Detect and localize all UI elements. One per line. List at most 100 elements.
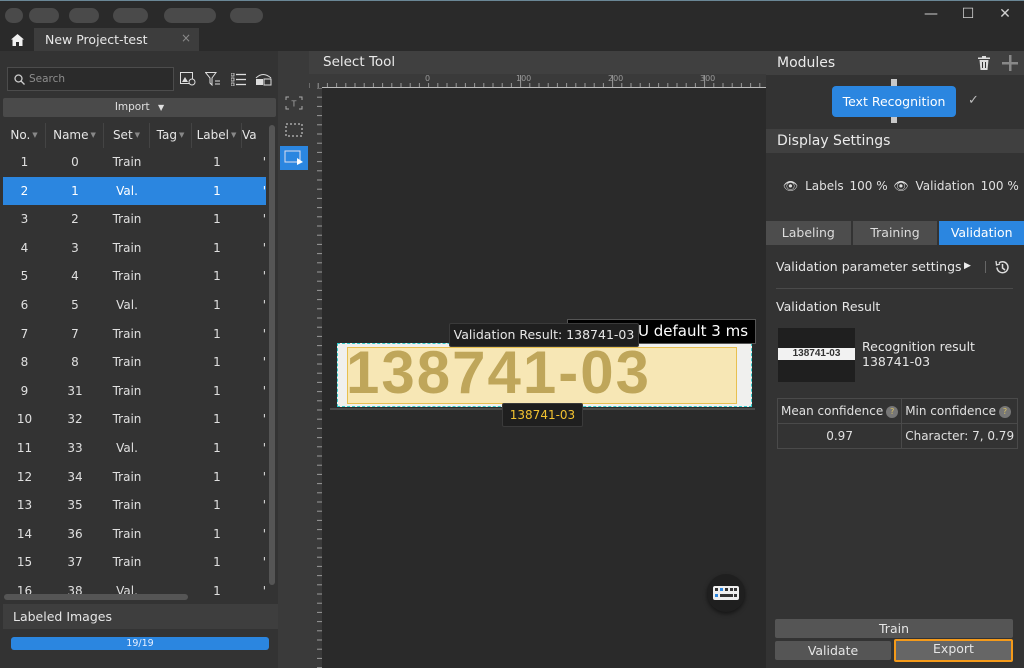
- table-row[interactable]: 7 7 Train 1 ': [3, 320, 266, 349]
- keyboard-shortcut-button[interactable]: [707, 574, 745, 612]
- search-box[interactable]: [7, 67, 174, 91]
- add-module-icon[interactable]: [1002, 55, 1018, 71]
- close-window-button[interactable]: ✕: [990, 5, 1020, 23]
- cell-va: ': [262, 155, 266, 169]
- column-header-name[interactable]: Name ▼: [46, 123, 104, 148]
- table-row[interactable]: 15 37 Train 1 ': [3, 548, 266, 577]
- cell-set: Train: [112, 355, 142, 370]
- expand-arrow-icon[interactable]: ▶: [964, 261, 971, 271]
- cell-va: ': [262, 440, 266, 455]
- validate-button[interactable]: Validate: [775, 641, 891, 660]
- tab-project[interactable]: New Project-test ×: [34, 28, 199, 51]
- maximize-button[interactable]: ☐: [953, 5, 983, 23]
- tab-training[interactable]: Training: [852, 221, 938, 245]
- import-button[interactable]: Import ▼: [3, 98, 276, 117]
- cell-tag: [150, 434, 192, 463]
- rect-select-tool-icon: [285, 123, 303, 137]
- table-row[interactable]: 14 36 Train 1 ': [3, 520, 266, 549]
- view-toggle-button[interactable]: [253, 70, 273, 88]
- table-row[interactable]: 4 3 Train 1 ': [3, 234, 266, 263]
- cell-va: ': [262, 526, 266, 541]
- image-table-body: 1 0 Train 1 ' 2 1 Val. 1 ' 3 2 Train 1 ' 4 3 Train 1 ' 5 4 Tra…: [3, 148, 266, 648]
- view-toggle-icon: [255, 73, 271, 85]
- image-list-panel: Import ▼ No.▼ Name▼ Set▼ Tag▼ Label▼ Va …: [0, 51, 278, 668]
- vertical-scrollbar[interactable]: [269, 125, 275, 585]
- column-header-label[interactable]: Label ▼: [192, 123, 242, 148]
- minimize-button[interactable]: —: [916, 5, 946, 23]
- list-icon: [230, 72, 246, 86]
- menu-pill[interactable]: [69, 8, 99, 23]
- text-box-tool[interactable]: T: [280, 91, 308, 115]
- table-row[interactable]: 12 34 Train 1 ': [3, 463, 266, 492]
- menu-pill[interactable]: [29, 8, 59, 23]
- table-row[interactable]: 11 33 Val. 1 ': [3, 434, 266, 463]
- ruler-label: 300: [700, 74, 716, 83]
- menu-pill[interactable]: [113, 8, 148, 23]
- horizontal-scrollbar[interactable]: [4, 594, 188, 600]
- cell-label: 1: [213, 383, 221, 398]
- cell-tag: [150, 291, 192, 320]
- labels-eye-icon[interactable]: 👁: [783, 179, 798, 193]
- text-recognition-module[interactable]: Text Recognition: [832, 86, 956, 117]
- cell-set: Train: [112, 326, 142, 341]
- column-header-va[interactable]: Va: [242, 123, 266, 148]
- trash-icon[interactable]: [978, 56, 990, 70]
- help-icon[interactable]: ?: [886, 405, 899, 418]
- tab-validation[interactable]: Validation: [939, 221, 1024, 245]
- cell-va: ': [262, 240, 266, 255]
- table-row[interactable]: 2 1 Val. 1 ': [3, 176, 266, 206]
- menu-pill[interactable]: [164, 8, 216, 23]
- validation-eye-icon[interactable]: 👁: [893, 179, 908, 193]
- list-view-button[interactable]: [228, 70, 248, 88]
- filter-button[interactable]: [203, 70, 223, 88]
- column-header-set[interactable]: Set ▼: [104, 123, 150, 148]
- min-confidence-value: Character: 7, 0.79: [901, 423, 1019, 449]
- menu-pill[interactable]: [230, 8, 263, 23]
- validation-opacity[interactable]: 100 %: [981, 179, 1019, 193]
- cell-tag: [150, 548, 192, 577]
- validation-parameter-settings[interactable]: Validation parameter settings: [776, 259, 962, 274]
- table-row[interactable]: 13 35 Train 1 ': [3, 491, 266, 520]
- history-icon[interactable]: [994, 259, 1011, 276]
- cell-label: 1: [213, 183, 221, 198]
- tab-labeling[interactable]: Labeling: [766, 221, 851, 245]
- cell-tag: [150, 463, 192, 492]
- caret-down-icon: ▼: [158, 103, 165, 112]
- export-button[interactable]: Export: [894, 639, 1013, 662]
- cell-label: 1: [213, 555, 221, 570]
- column-header-tag[interactable]: Tag ▼: [150, 123, 192, 148]
- menu-pill[interactable]: [5, 8, 23, 23]
- table-row[interactable]: 8 8 Train 1 ': [3, 348, 266, 377]
- modules-title: Modules: [777, 55, 836, 71]
- rect-select-tool[interactable]: [280, 118, 308, 142]
- home-button[interactable]: [4, 29, 30, 51]
- labels-opacity[interactable]: 100 %: [850, 179, 888, 193]
- table-row[interactable]: 3 2 Train 1 ': [3, 205, 266, 234]
- column-header-no[interactable]: No. ▼: [3, 123, 46, 148]
- table-row[interactable]: 10 32 Train 1 ': [3, 405, 266, 434]
- cell-no: 8: [20, 355, 29, 370]
- search-input[interactable]: [29, 73, 159, 85]
- select-tool[interactable]: [280, 146, 308, 170]
- result-label: 138741-03: [502, 403, 583, 427]
- table-row[interactable]: 6 5 Val. 1 ': [3, 291, 266, 320]
- title-bar: — ☐ ✕: [0, 0, 1024, 27]
- add-image-button[interactable]: [178, 70, 198, 88]
- table-row[interactable]: 16 38 Val. 1 ': [3, 577, 266, 606]
- table-row[interactable]: 1 0 Train 1 ': [3, 148, 266, 177]
- close-tab-icon[interactable]: ×: [181, 31, 191, 45]
- cell-label: 1: [213, 326, 221, 341]
- help-icon[interactable]: ?: [999, 405, 1011, 418]
- table-row[interactable]: 5 4 Train 1 ': [3, 262, 266, 291]
- cell-name: 1: [71, 183, 79, 198]
- cell-label: 1: [213, 526, 221, 541]
- recognition-region-overlay[interactable]: [347, 347, 737, 404]
- cell-no: 1: [20, 155, 29, 169]
- cell-name: 32: [67, 412, 83, 427]
- cell-set: Train: [112, 526, 142, 541]
- table-row[interactable]: 9 31 Train 1 ': [3, 377, 266, 406]
- labeled-progress-bar: 19/19: [11, 637, 269, 650]
- cell-va: ': [262, 469, 266, 484]
- cell-label: 1: [213, 212, 221, 227]
- train-button[interactable]: Train: [775, 619, 1013, 638]
